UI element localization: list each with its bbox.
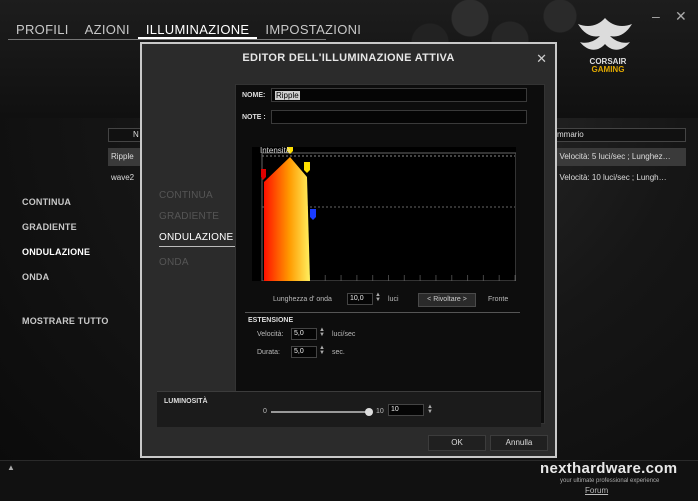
cancel-button[interactable]: Annulla xyxy=(490,435,548,451)
effect-continua[interactable]: CONTINUA xyxy=(159,190,235,201)
duration-unit: sec. xyxy=(332,349,345,356)
menu-item-continua[interactable]: CONTINUA xyxy=(22,197,109,207)
effect-onda[interactable]: ONDA xyxy=(159,257,235,268)
ok-button[interactable]: OK xyxy=(428,435,486,451)
tab-impostazioni[interactable]: IMPOSTAZIONI xyxy=(257,22,369,39)
menu-item-onda[interactable]: ONDA xyxy=(22,272,109,282)
dialog-title: EDITOR DELL'ILLUMINAZIONE ATTIVA xyxy=(242,52,455,64)
top-navigation: PROFILI AZIONI ILLUMINAZIONE IMPOSTAZION… xyxy=(8,22,369,39)
column-header-name[interactable]: N xyxy=(133,130,139,139)
row-summary: ; Velocità: 5 luci/sec ; Lunghez… xyxy=(555,152,671,161)
brightness-slider-handle[interactable] xyxy=(365,408,373,416)
notes-field[interactable] xyxy=(271,110,527,124)
lighting-editor-dialog: EDITOR DELL'ILLUMINAZIONE ATTIVA ✕ CONTI… xyxy=(140,42,557,458)
column-header-summary[interactable]: mmario xyxy=(557,130,584,139)
name-label: NOME: xyxy=(242,92,266,99)
intensity-graph-canvas: Intensità xyxy=(260,143,517,282)
left-menu: CONTINUA GRADIENTE ONDULAZIONE ONDA MOST… xyxy=(22,197,109,341)
graph-gridlines xyxy=(277,275,516,281)
wavelength-spinner[interactable]: ▲ ▼ xyxy=(375,292,381,303)
width-marker-icon[interactable] xyxy=(310,209,316,220)
wavelength-input[interactable]: 10,0 xyxy=(347,293,373,305)
menu-item-ondulazione[interactable]: ONDULAZIONE xyxy=(22,247,109,257)
close-dialog-icon[interactable]: ✕ xyxy=(536,51,547,67)
intensity-graph[interactable]: Intensità xyxy=(252,143,517,282)
brightness-input[interactable]: 10 xyxy=(388,404,424,416)
section-divider xyxy=(245,312,520,313)
menu-item-gradiente[interactable]: GRADIENTE xyxy=(22,222,109,232)
speed-unit: luci/sec xyxy=(332,331,356,338)
show-all-button[interactable]: MOSTRARE TUTTO xyxy=(22,316,109,326)
brightness-max: 10 xyxy=(376,408,384,415)
minimize-button[interactable]: – xyxy=(652,8,660,24)
watermark-text: nexthardware.com xyxy=(540,460,678,477)
name-field-value: Ripple xyxy=(275,91,300,100)
duration-spinner[interactable]: ▲ ▼ xyxy=(319,345,325,356)
forum-link[interactable]: Forum xyxy=(585,486,608,495)
effect-gradiente[interactable]: GRADIENTE xyxy=(159,211,235,222)
extension-title: ESTENSIONE xyxy=(248,317,294,324)
name-field[interactable]: Ripple xyxy=(271,88,527,102)
front-label: Fronte xyxy=(488,296,509,303)
speed-label: Velocità: xyxy=(257,331,284,338)
speed-spinner[interactable]: ▲ ▼ xyxy=(319,327,325,338)
logo-text: CORSAIR GAMING xyxy=(578,58,638,74)
ripple-wave-shape xyxy=(264,157,310,281)
expand-arrow-icon[interactable]: ▲ xyxy=(7,463,15,472)
end-marker-icon[interactable] xyxy=(304,162,310,173)
duration-input[interactable]: 5,0 xyxy=(291,346,317,358)
notes-label: NOTE : xyxy=(242,114,266,121)
tab-profili[interactable]: PROFILI xyxy=(8,22,77,39)
intensity-label: Intensità xyxy=(260,147,291,155)
wavelength-unit: luci xyxy=(388,296,399,303)
brightness-slider-track[interactable] xyxy=(271,411,367,413)
nav-divider xyxy=(8,39,326,40)
logo-line2: GAMING xyxy=(591,65,625,74)
effect-ondulazione[interactable]: ONDULAZIONE xyxy=(159,232,235,247)
tab-illuminazione[interactable]: ILLUMINAZIONE xyxy=(137,22,258,39)
speed-input[interactable]: 5,0 xyxy=(291,328,317,340)
reverse-button[interactable]: < Rivoltare > xyxy=(418,293,476,307)
brightness-min: 0 xyxy=(263,408,267,415)
row-name: wave2 xyxy=(111,173,135,182)
wavelength-label: Lunghezza d' onda xyxy=(273,296,332,303)
row-summary: ; Velocità: 10 luci/sec ; Lungh… xyxy=(555,173,667,182)
row-name: Ripple xyxy=(111,152,134,161)
effect-type-menu: CONTINUA GRADIENTE ONDULAZIONE ONDA xyxy=(159,190,235,278)
brightness-label: LUMINOSITÀ xyxy=(164,398,208,405)
close-window-button[interactable]: ✕ xyxy=(675,8,687,25)
watermark-subtitle: your ultimate professional experience xyxy=(560,478,660,484)
brightness-panel xyxy=(157,391,541,427)
duration-label: Durata: xyxy=(257,349,280,356)
brightness-spinner[interactable]: ▲ ▼ xyxy=(427,404,433,415)
tab-azioni[interactable]: AZIONI xyxy=(77,22,138,39)
